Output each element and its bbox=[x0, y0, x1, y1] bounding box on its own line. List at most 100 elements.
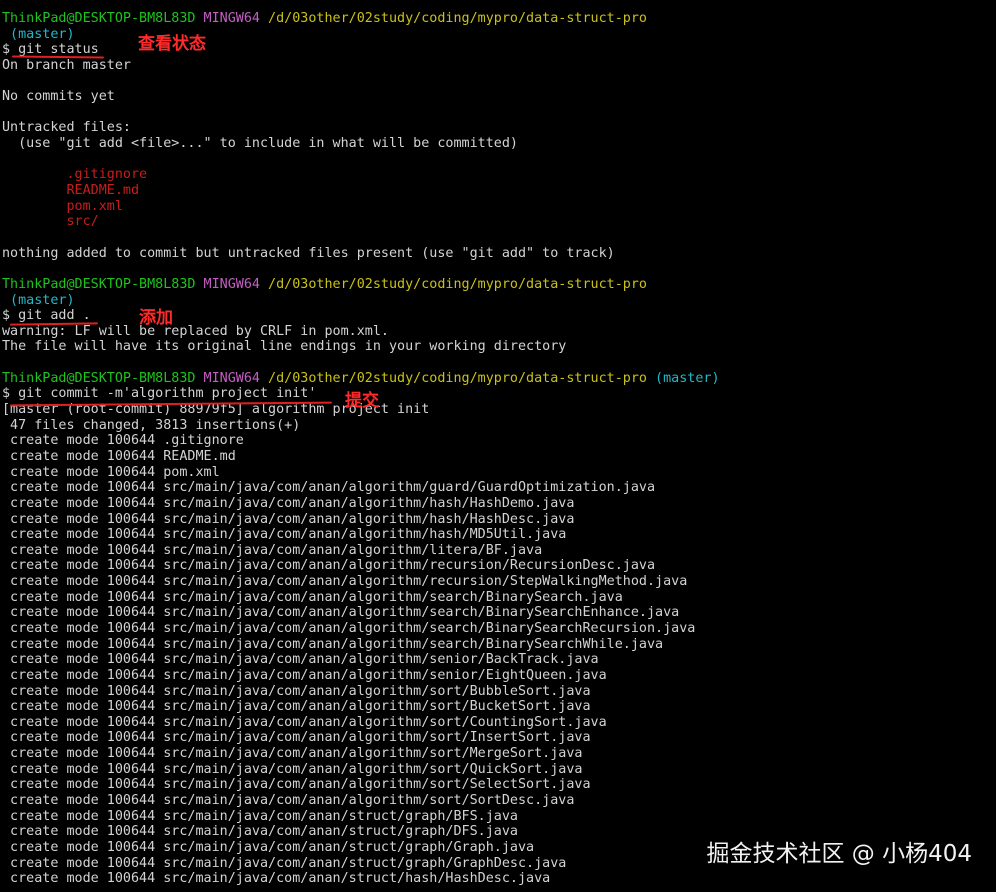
watermark: 掘金技术社区 @ 小杨404 bbox=[706, 841, 972, 867]
terminal-line: create mode 100644 src/main/java/com/ana… bbox=[2, 621, 720, 637]
terminal-text: create mode 100644 src/main/java/com/ana… bbox=[2, 558, 656, 574]
terminal-text: /d/03other/02study/coding/mypro/data-str… bbox=[268, 11, 647, 26]
terminal-line: create mode 100644 src/main/java/com/ana… bbox=[2, 558, 720, 574]
terminal-text: No commits yet bbox=[2, 89, 115, 105]
terminal-text: create mode 100644 src/main/java/com/ana… bbox=[2, 652, 599, 668]
terminal-line: (master) bbox=[2, 27, 720, 43]
terminal-line: create mode 100644 pom.xml bbox=[2, 465, 720, 481]
terminal-line: On branch master bbox=[2, 58, 720, 74]
terminal-line: src/ bbox=[2, 214, 720, 230]
terminal-text: create mode 100644 src/main/java/com/ana… bbox=[2, 824, 518, 840]
terminal-line: create mode 100644 src/main/java/com/ana… bbox=[2, 684, 720, 700]
terminal-line: create mode 100644 src/main/java/com/ana… bbox=[2, 574, 720, 590]
terminal-text: create mode 100644 src/main/java/com/ana… bbox=[2, 699, 591, 715]
terminal-text: pom.xml bbox=[2, 198, 123, 214]
terminal-line: pom.xml bbox=[2, 199, 720, 215]
terminal-text: create mode 100644 src/main/java/com/ana… bbox=[2, 527, 567, 543]
terminal-line: warning: LF will be replaced by CRLF in … bbox=[2, 324, 720, 340]
terminal-text: warning: LF will be replaced by CRLF in … bbox=[2, 323, 389, 339]
terminal-line: (master) bbox=[2, 293, 720, 309]
terminal-text: MINGW64 bbox=[203, 370, 260, 386]
terminal-text: $ git commit -m'algorithm project init' bbox=[2, 386, 317, 402]
terminal-line: Untracked files: bbox=[2, 120, 720, 136]
terminal-text: create mode 100644 src/main/java/com/ana… bbox=[2, 761, 583, 777]
terminal-line: create mode 100644 src/main/java/com/ana… bbox=[2, 637, 720, 653]
terminal-text: create mode 100644 src/main/java/com/ana… bbox=[2, 777, 591, 793]
terminal-line: create mode 100644 src/main/java/com/ana… bbox=[2, 496, 720, 512]
terminal-line: nothing added to commit but untracked fi… bbox=[2, 246, 720, 262]
terminal-line: create mode 100644 src/main/java/com/ana… bbox=[2, 777, 720, 793]
terminal-line: (use "git add <file>..." to include in w… bbox=[2, 136, 720, 152]
terminal-text: ThinkPad@DESKTOP-BM8L83D bbox=[2, 11, 196, 26]
terminal-text: create mode 100644 src/main/java/com/ana… bbox=[2, 636, 664, 652]
terminal-text: create mode 100644 README.md bbox=[2, 448, 236, 464]
terminal-text: create mode 100644 src/main/java/com/ana… bbox=[2, 495, 575, 511]
terminal-text: create mode 100644 src/main/java/com/ana… bbox=[2, 793, 575, 809]
terminal-text: create mode 100644 src/main/java/com/ana… bbox=[2, 589, 623, 605]
terminal-text: nothing added to commit but untracked fi… bbox=[2, 245, 615, 261]
terminal-text: .gitignore bbox=[2, 167, 148, 183]
terminal-text: (master) bbox=[655, 370, 720, 386]
terminal-text: create mode 100644 src/main/java/com/ana… bbox=[2, 714, 607, 730]
terminal-line: create mode 100644 src/main/java/com/ana… bbox=[2, 762, 720, 778]
terminal-text: On branch master bbox=[2, 57, 131, 73]
terminal-text: MINGW64 bbox=[203, 276, 260, 292]
terminal-line: create mode 100644 src/main/java/com/ana… bbox=[2, 730, 720, 746]
terminal-line: 47 files changed, 3813 insertions(+) bbox=[2, 418, 720, 434]
terminal-text: create mode 100644 src/main/java/com/ana… bbox=[2, 730, 591, 746]
terminal-line: create mode 100644 src/main/java/com/ana… bbox=[2, 715, 720, 731]
terminal-line: $ git status bbox=[2, 42, 720, 58]
terminal-text: create mode 100644 .gitignore bbox=[2, 433, 244, 449]
terminal-text: create mode 100644 src/main/java/com/ana… bbox=[2, 542, 543, 558]
terminal-output: ThinkPad@DESKTOP-BM8L83D MINGW64 /d/03ot… bbox=[2, 11, 720, 887]
terminal-text: /d/03other/02study/coding/mypro/data-str… bbox=[268, 370, 647, 386]
terminal-line: create mode 100644 src/main/java/com/ana… bbox=[2, 809, 720, 825]
terminal-text: (master) bbox=[2, 26, 75, 42]
terminal-line: create mode 100644 src/main/java/com/ana… bbox=[2, 840, 720, 856]
terminal-line: create mode 100644 src/main/java/com/ana… bbox=[2, 699, 720, 715]
terminal-line: create mode 100644 src/main/java/com/ana… bbox=[2, 793, 720, 809]
terminal-line: create mode 100644 src/main/java/com/ana… bbox=[2, 746, 720, 762]
terminal-text: The file will have its original line end… bbox=[2, 339, 567, 355]
terminal-text: create mode 100644 src/main/java/com/ana… bbox=[2, 808, 518, 824]
terminal-line: ThinkPad@DESKTOP-BM8L83D MINGW64 /d/03ot… bbox=[2, 277, 720, 293]
terminal-text: ThinkPad@DESKTOP-BM8L83D bbox=[2, 370, 196, 386]
terminal-text: create mode 100644 src/main/java/com/ana… bbox=[2, 667, 607, 683]
terminal-line: create mode 100644 src/main/java/com/ana… bbox=[2, 668, 720, 684]
terminal-text: README.md bbox=[2, 183, 140, 199]
terminal-line: No commits yet bbox=[2, 89, 720, 105]
terminal-text: create mode 100644 src/main/java/com/ana… bbox=[2, 839, 535, 855]
terminal-text: src/ bbox=[2, 214, 99, 230]
terminal-line: create mode 100644 src/main/java/com/ana… bbox=[2, 590, 720, 606]
terminal-line: .gitignore bbox=[2, 167, 720, 183]
terminal-line: The file will have its original line end… bbox=[2, 339, 720, 355]
terminal-line: create mode 100644 src/main/java/com/ana… bbox=[2, 512, 720, 528]
terminal-text: ThinkPad@DESKTOP-BM8L83D bbox=[2, 276, 196, 292]
terminal-text: Untracked files: bbox=[2, 120, 131, 136]
terminal-text: create mode 100644 pom.xml bbox=[2, 464, 220, 480]
terminal-text: create mode 100644 src/main/java/com/ana… bbox=[2, 871, 551, 887]
terminal-line: README.md bbox=[2, 183, 720, 199]
terminal-line: create mode 100644 .gitignore bbox=[2, 433, 720, 449]
add-annotation: 添加 bbox=[139, 308, 173, 328]
terminal-line: create mode 100644 src/main/java/com/ana… bbox=[2, 605, 720, 621]
terminal-text: create mode 100644 src/main/java/com/ana… bbox=[2, 574, 688, 590]
terminal-text: MINGW64 bbox=[203, 11, 260, 26]
terminal-line: create mode 100644 src/main/java/com/ana… bbox=[2, 543, 720, 559]
terminal-text: (use "git add <file>..." to include in w… bbox=[2, 136, 518, 152]
commit-annotation: 提交 bbox=[345, 391, 379, 411]
terminal-text: create mode 100644 src/main/java/com/ana… bbox=[2, 683, 591, 699]
terminal-line: create mode 100644 README.md bbox=[2, 449, 720, 465]
terminal-window[interactable]: ThinkPad@DESKTOP-BM8L83D MINGW64 /d/03ot… bbox=[0, 0, 996, 892]
